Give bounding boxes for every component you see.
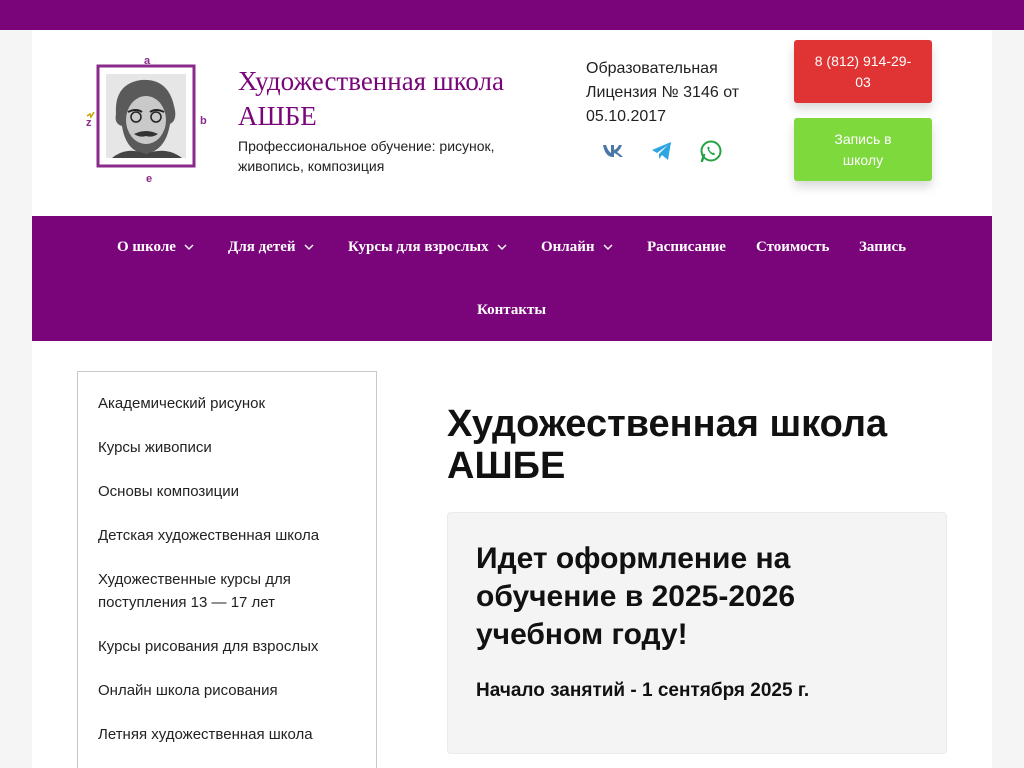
nav-item-label: Курсы для взрослых bbox=[348, 238, 489, 255]
nav-item-label: Расписание bbox=[647, 238, 726, 255]
nav-item-signup[interactable]: Запись bbox=[859, 237, 906, 257]
sidebar-link-online-school[interactable]: Онлайн школа рисования bbox=[98, 679, 348, 702]
social-links bbox=[598, 136, 738, 166]
logo-letter-bottom: e bbox=[146, 173, 152, 184]
logo-letter-left: z bbox=[86, 117, 92, 129]
enrollment-notice: Идет оформление на обучение в 2025-2026 … bbox=[447, 512, 947, 754]
chevron-down-icon bbox=[603, 244, 613, 250]
logo-letter-right: b bbox=[200, 115, 207, 127]
nav-item-schedule[interactable]: Расписание bbox=[647, 237, 726, 257]
page-title: Художественная школа АШБЕ bbox=[447, 403, 888, 487]
nav-item-adult-courses[interactable]: Курсы для взрослых bbox=[348, 237, 507, 257]
school-logo[interactable]: a b e z bbox=[86, 54, 210, 185]
nav-item-label: Для детей bbox=[228, 238, 296, 255]
license-info: Образовательная Лицензия № 3146 от 05.10… bbox=[586, 60, 740, 125]
sidebar-link-composition[interactable]: Основы композиции bbox=[98, 480, 348, 503]
nav-item-label: Контакты bbox=[477, 301, 547, 318]
nav-item-children[interactable]: Для детей bbox=[228, 237, 314, 257]
nav-item-contacts[interactable]: Контакты bbox=[477, 300, 546, 320]
site-title[interactable]: Художественная школа АШБЕ bbox=[238, 64, 558, 134]
sidebar-link-academic-drawing[interactable]: Академический рисунок bbox=[98, 392, 348, 415]
nav-item-about[interactable]: О школе bbox=[117, 237, 194, 257]
whatsapp-icon[interactable] bbox=[696, 136, 726, 166]
signup-button[interactable]: Запись в школу bbox=[794, 118, 932, 181]
chevron-down-icon bbox=[304, 244, 314, 250]
chevron-down-icon bbox=[497, 244, 507, 250]
site-header: a b e z Художественная школа АШБЕ Профес… bbox=[32, 30, 992, 216]
sidebar-link-admission-courses[interactable]: Художественные курсы для поступления 13 … bbox=[98, 568, 348, 614]
notice-start-date: Начало занятий - 1 сентября 2025 г. bbox=[476, 680, 810, 701]
sidebar-link-children-school[interactable]: Детская художественная школа bbox=[98, 524, 348, 547]
telegram-icon[interactable] bbox=[647, 136, 677, 166]
nav-item-label: Стоимость bbox=[756, 238, 830, 255]
nav-item-online[interactable]: Онлайн bbox=[541, 237, 613, 257]
notice-title: Идет оформление на обучение в 2025-2026 … bbox=[476, 542, 796, 651]
sidebar-link-painting[interactable]: Курсы живописи bbox=[98, 436, 348, 459]
logo-letter-top: a bbox=[144, 55, 151, 67]
chevron-down-icon bbox=[184, 244, 194, 250]
phone-button[interactable]: 8 (812) 914-29-03 bbox=[794, 40, 932, 103]
top-bar bbox=[0, 0, 1024, 30]
nav-item-label: О школе bbox=[117, 238, 176, 255]
nav-item-label: Запись bbox=[859, 238, 907, 255]
main-navigation: О школе Для детей Курсы для взрослых Онл… bbox=[32, 216, 992, 341]
site-description: Профессиональное обучение: рисунок, живо… bbox=[238, 138, 495, 174]
sidebar-link-summer-school[interactable]: Летняя художественная школа bbox=[98, 723, 348, 746]
nav-item-prices[interactable]: Стоимость bbox=[756, 237, 829, 257]
vk-icon[interactable] bbox=[598, 136, 628, 166]
main-content: Академический рисунок Курсы живописи Осн… bbox=[32, 341, 992, 768]
sidebar-menu: Академический рисунок Курсы живописи Осн… bbox=[77, 371, 377, 768]
sidebar-link-adult-courses[interactable]: Курсы рисования для взрослых bbox=[98, 635, 348, 658]
nav-item-label: Онлайн bbox=[541, 238, 595, 255]
